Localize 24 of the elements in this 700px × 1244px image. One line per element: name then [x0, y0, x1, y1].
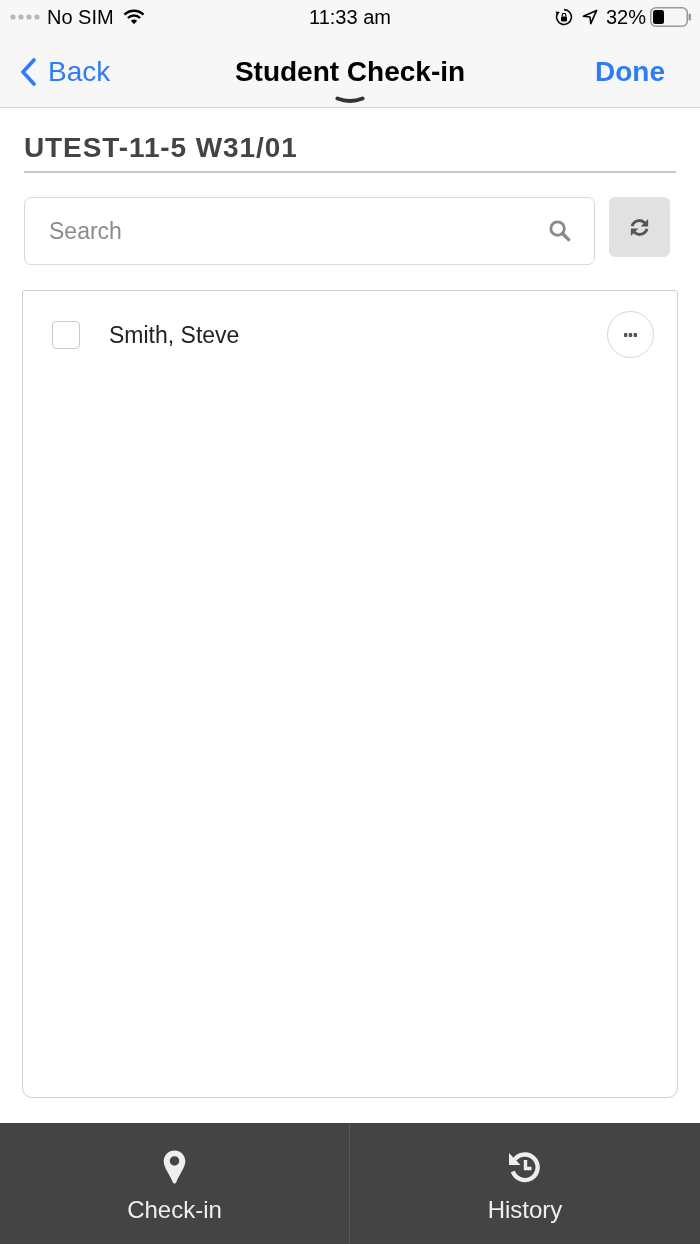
- back-button[interactable]: Back: [20, 54, 111, 90]
- class-title: UTEST-11-5 W31/01: [24, 132, 298, 164]
- checkbox[interactable]: [52, 320, 80, 349]
- done-button[interactable]: Done: [595, 54, 665, 90]
- carrier-name: No SIM: [47, 5, 114, 29]
- tab[interactable]: History: [350, 1123, 700, 1244]
- location-arrow-icon: [581, 9, 598, 25]
- wifi-icon: [122, 9, 145, 25]
- screen-title: Student Check-in: [234, 55, 466, 89]
- tab[interactable]: Check-in: [0, 1123, 349, 1244]
- chevron-left-icon: [20, 58, 36, 86]
- battery-percentage: 32%: [605, 5, 646, 29]
- search-icon: [548, 219, 571, 242]
- rotation-lock-icon: [554, 8, 573, 26]
- handle-icon[interactable]: [335, 96, 365, 104]
- status-time: 11:33 am: [309, 5, 391, 29]
- battery-icon: [650, 7, 691, 27]
- history-icon: [508, 1150, 542, 1184]
- map-pin-icon: [163, 1150, 186, 1184]
- ellipsis-icon: [624, 332, 637, 337]
- student-name: Smith, Steve: [109, 320, 241, 349]
- refresh-button[interactable]: [609, 197, 670, 257]
- signal-icon: [10, 14, 40, 20]
- search-field[interactable]: Search: [24, 197, 595, 265]
